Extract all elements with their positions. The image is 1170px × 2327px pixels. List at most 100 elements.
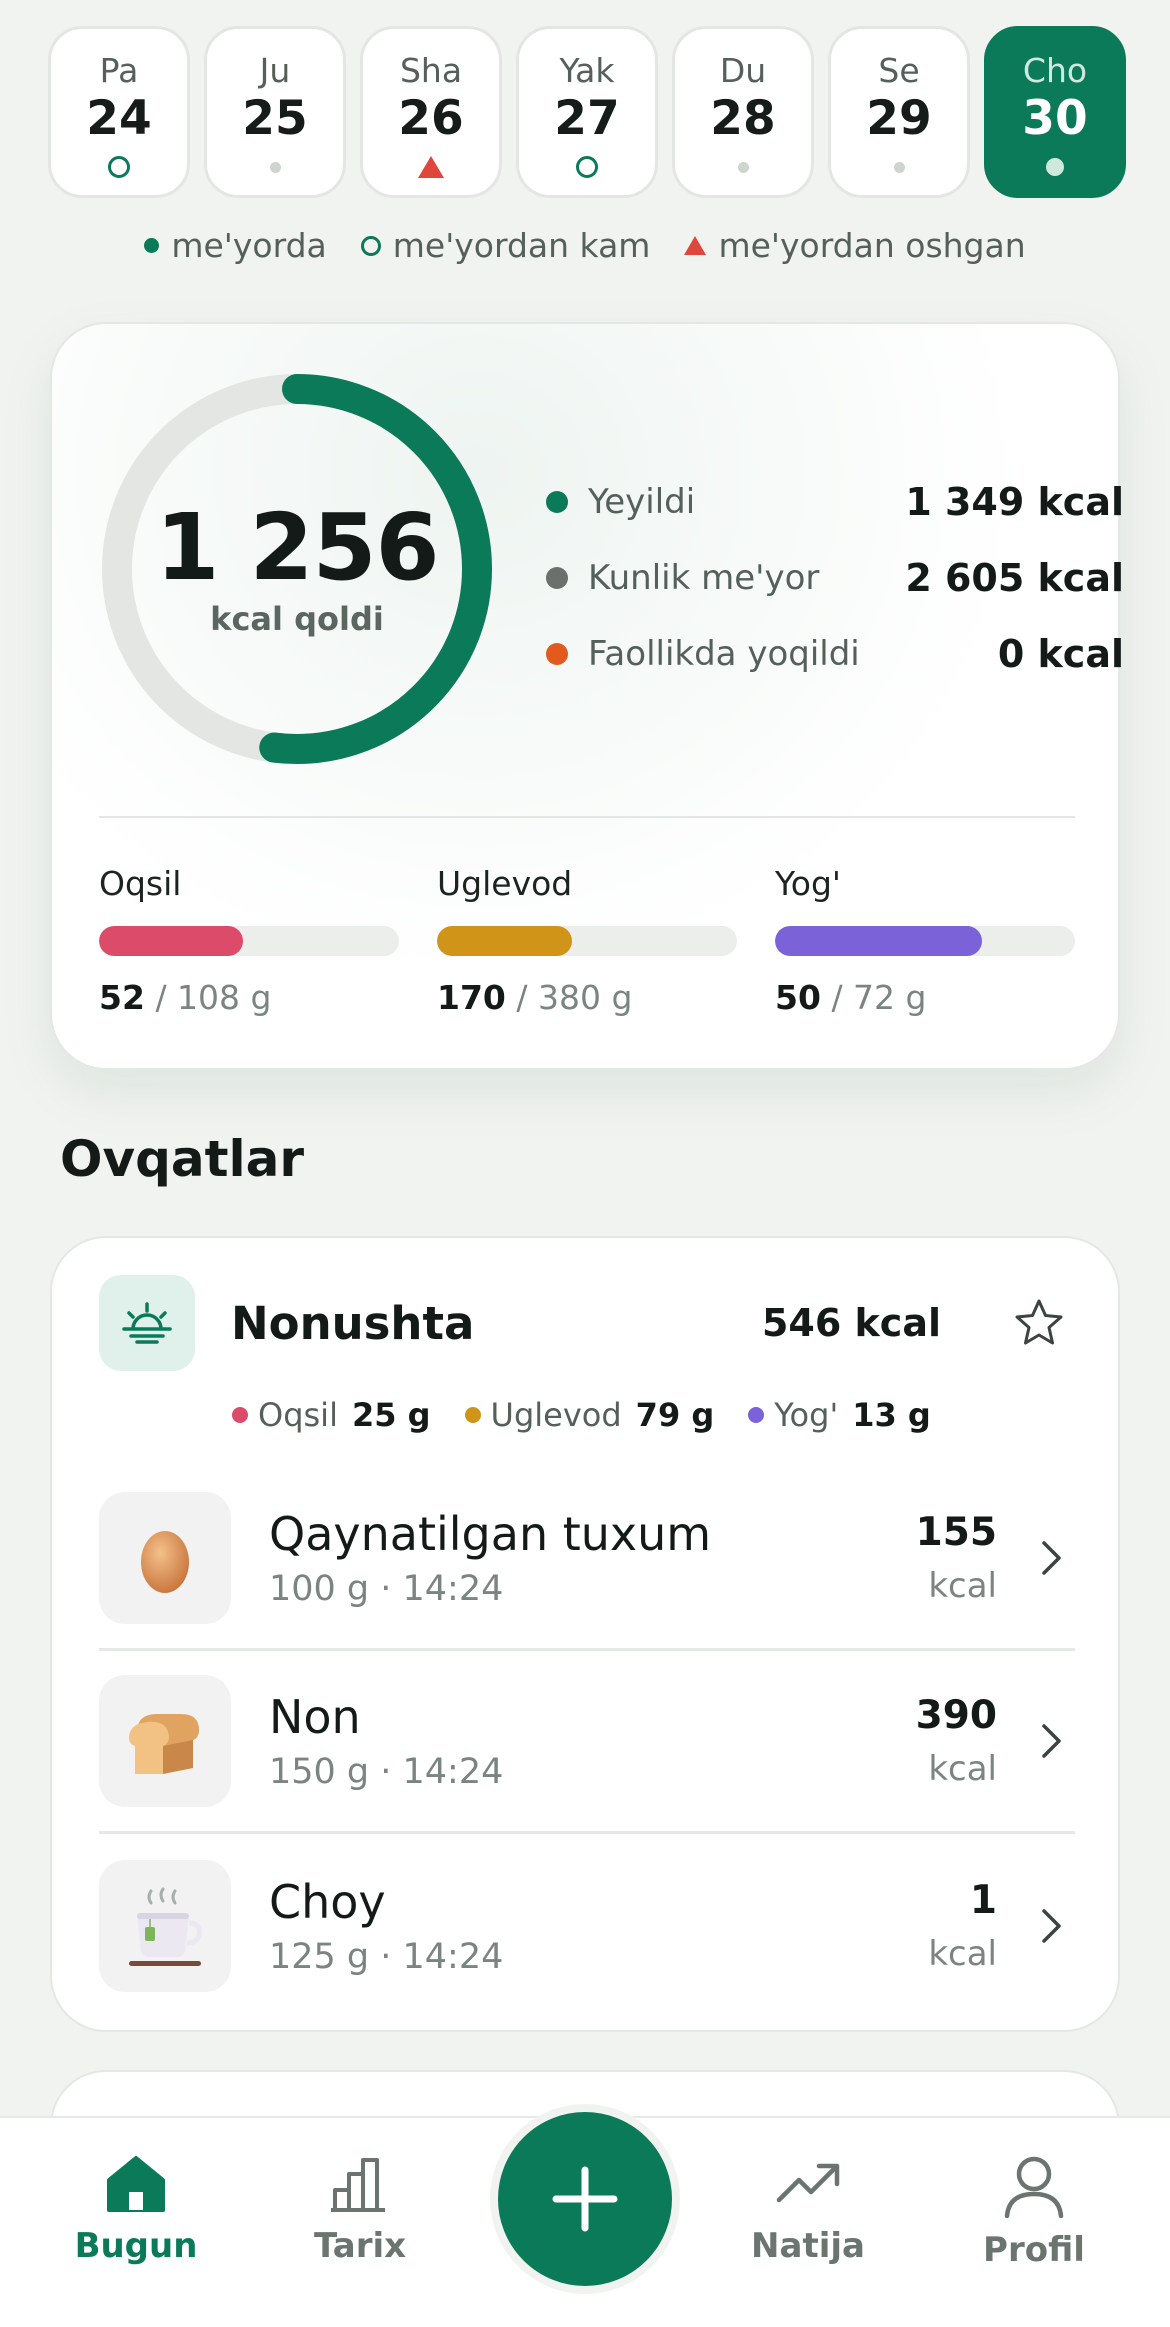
over-triangle-icon <box>684 236 707 255</box>
macro-bar <box>775 926 1075 956</box>
remaining-label: kcal qoldi <box>210 600 384 638</box>
macro-amount: 13 g <box>852 1396 931 1434</box>
food-item[interactable]: Qaynatilgan tuxum 100 g · 14:24 155 kcal <box>99 1468 1075 1651</box>
no-data-dot-icon <box>269 161 281 173</box>
sunrise-icon <box>99 1275 195 1371</box>
chevron-right-icon <box>1042 1908 1061 1943</box>
day-number: 28 <box>710 91 776 146</box>
day-name: Cho <box>1022 51 1088 90</box>
day-number: 25 <box>242 91 308 146</box>
meal-title: Nonushta <box>231 1296 475 1350</box>
remaining-value: 1 256 <box>155 494 439 601</box>
stat-label: Faollikda yoqildi <box>588 634 860 674</box>
day-number: 29 <box>866 91 932 146</box>
stat-value: 2 605 kcal <box>905 556 1124 600</box>
macro-protein: Oqsil 52 / 108 g <box>99 864 399 1017</box>
food-item[interactable]: Choy 125 g · 14:24 1 kcal <box>99 1834 1075 2017</box>
stat-value: 0 kcal <box>997 632 1124 676</box>
tea-cup-icon <box>99 1859 231 1992</box>
nav-profile[interactable]: Profil <box>944 2154 1124 2270</box>
food-kcal-value: 155 <box>915 1510 997 1555</box>
day-number: 30 <box>1022 91 1088 146</box>
nav-label: Bugun <box>74 2226 198 2266</box>
day-number: 24 <box>86 91 152 146</box>
day-item-selected[interactable]: Cho 30 <box>984 26 1126 198</box>
food-meta: 100 g · 14:24 <box>269 1569 504 1609</box>
eaten-dot-icon <box>546 491 568 513</box>
legend-normal: me'yorda <box>171 226 327 265</box>
stat-burned: Faollikda yoqildi 0 kcal <box>546 616 1124 692</box>
macro-name: Oqsil <box>99 864 182 903</box>
day-name: Ju <box>259 51 291 90</box>
meal-kcal: 546 kcal <box>761 1301 941 1345</box>
stat-daily-norm: Kunlik me'yor 2 605 kcal <box>546 540 1124 616</box>
macro-carbs: Uglevod 170 / 380 g <box>437 864 737 1017</box>
stat-value: 1 349 kcal <box>905 480 1124 524</box>
day-item[interactable]: Se 29 <box>828 26 970 198</box>
macro-bar-fill <box>775 926 982 956</box>
add-food-button[interactable] <box>490 2104 680 2294</box>
food-meta: 125 g · 14:24 <box>269 1936 504 1977</box>
star-icon[interactable] <box>1013 1297 1065 1349</box>
trending-up-icon <box>776 2163 840 2203</box>
day-number: 26 <box>398 91 464 146</box>
macro-bar-fill <box>99 926 243 956</box>
food-name: Non <box>269 1690 361 1744</box>
day-selector: Pa 24 Ju 25 Sha 26 Yak 27 Du 28 Se 29 Ch… <box>48 26 1126 198</box>
day-name: Se <box>878 51 920 90</box>
protein-dot-icon <box>232 1407 248 1423</box>
day-item[interactable]: Pa 24 <box>48 26 190 198</box>
stat-label: Yeyildi <box>588 482 696 522</box>
day-item[interactable]: Ju 25 <box>204 26 346 198</box>
day-item[interactable]: Yak 27 <box>516 26 658 198</box>
nav-today[interactable]: Bugun <box>46 2154 226 2266</box>
stat-label: Kunlik me'yor <box>588 558 820 598</box>
plus-icon <box>552 2166 618 2232</box>
macro-value: 52 / 108 g <box>99 978 272 1017</box>
meal-card-breakfast: Nonushta 546 kcal Oqsil 25 g Uglevod 79 g … <box>50 1236 1120 2032</box>
food-item[interactable]: Non 150 g · 14:24 390 kcal <box>99 1651 1075 1834</box>
food-list: Qaynatilgan tuxum 100 g · 14:24 155 kcal… <box>99 1468 1075 2017</box>
macro-name: Uglevod <box>437 864 573 903</box>
chevron-right-icon <box>1042 1724 1061 1758</box>
no-data-dot-icon <box>737 161 749 173</box>
macro-amount: 79 g <box>635 1396 715 1434</box>
day-name: Sha <box>399 51 463 90</box>
legend-over: me'yordan oshgan <box>718 226 1026 265</box>
macro-label: Yog' <box>774 1396 839 1434</box>
stat-eaten: Yeyildi 1 349 kcal <box>546 464 1124 540</box>
day-name: Pa <box>99 51 139 90</box>
day-number: 27 <box>554 91 620 146</box>
food-kcal-value: 390 <box>915 1693 997 1738</box>
normal-dot-icon <box>144 238 160 253</box>
bread-icon <box>99 1675 231 1807</box>
nav-results[interactable]: Natija <box>718 2154 898 2266</box>
day-item[interactable]: Du 28 <box>672 26 814 198</box>
meal-header[interactable]: Nonushta 546 kcal <box>99 1275 1075 1371</box>
macro-bar <box>437 926 737 956</box>
macro-name: Yog' <box>775 864 841 903</box>
below-norm-icon <box>576 156 598 178</box>
day-name: Yak <box>559 51 615 90</box>
over-norm-icon <box>418 156 444 178</box>
norm-dot-icon <box>546 567 568 589</box>
macro-label: Uglevod <box>490 1396 622 1434</box>
day-item[interactable]: Sha 26 <box>360 26 502 198</box>
chevron-right-icon <box>1042 1541 1061 1575</box>
carbs-dot-icon <box>464 1407 481 1423</box>
food-kcal-unit: kcal <box>928 1933 997 1974</box>
food-name: Qaynatilgan tuxum <box>269 1507 712 1561</box>
remaining-calories: 1 256 kcal qoldi <box>97 369 497 769</box>
nav-history[interactable]: Tarix <box>270 2154 450 2266</box>
home-icon <box>107 2156 165 2212</box>
no-data-dot-icon <box>893 161 905 173</box>
food-meta: 150 g · 14:24 <box>269 1752 504 1792</box>
meal-macros: Oqsil 25 g Uglevod 79 g Yog' 13 g <box>232 1396 931 1434</box>
section-title: Ovqatlar <box>60 1130 305 1188</box>
food-kcal-value: 1 <box>969 1877 997 1923</box>
nav-label: Tarix <box>313 2226 407 2266</box>
nav-label: Profil <box>983 2230 1085 2270</box>
macro-value: 170 / 380 g <box>437 978 633 1017</box>
bar-chart-icon <box>331 2158 385 2212</box>
legend-below: me'yordan kam <box>392 226 651 265</box>
